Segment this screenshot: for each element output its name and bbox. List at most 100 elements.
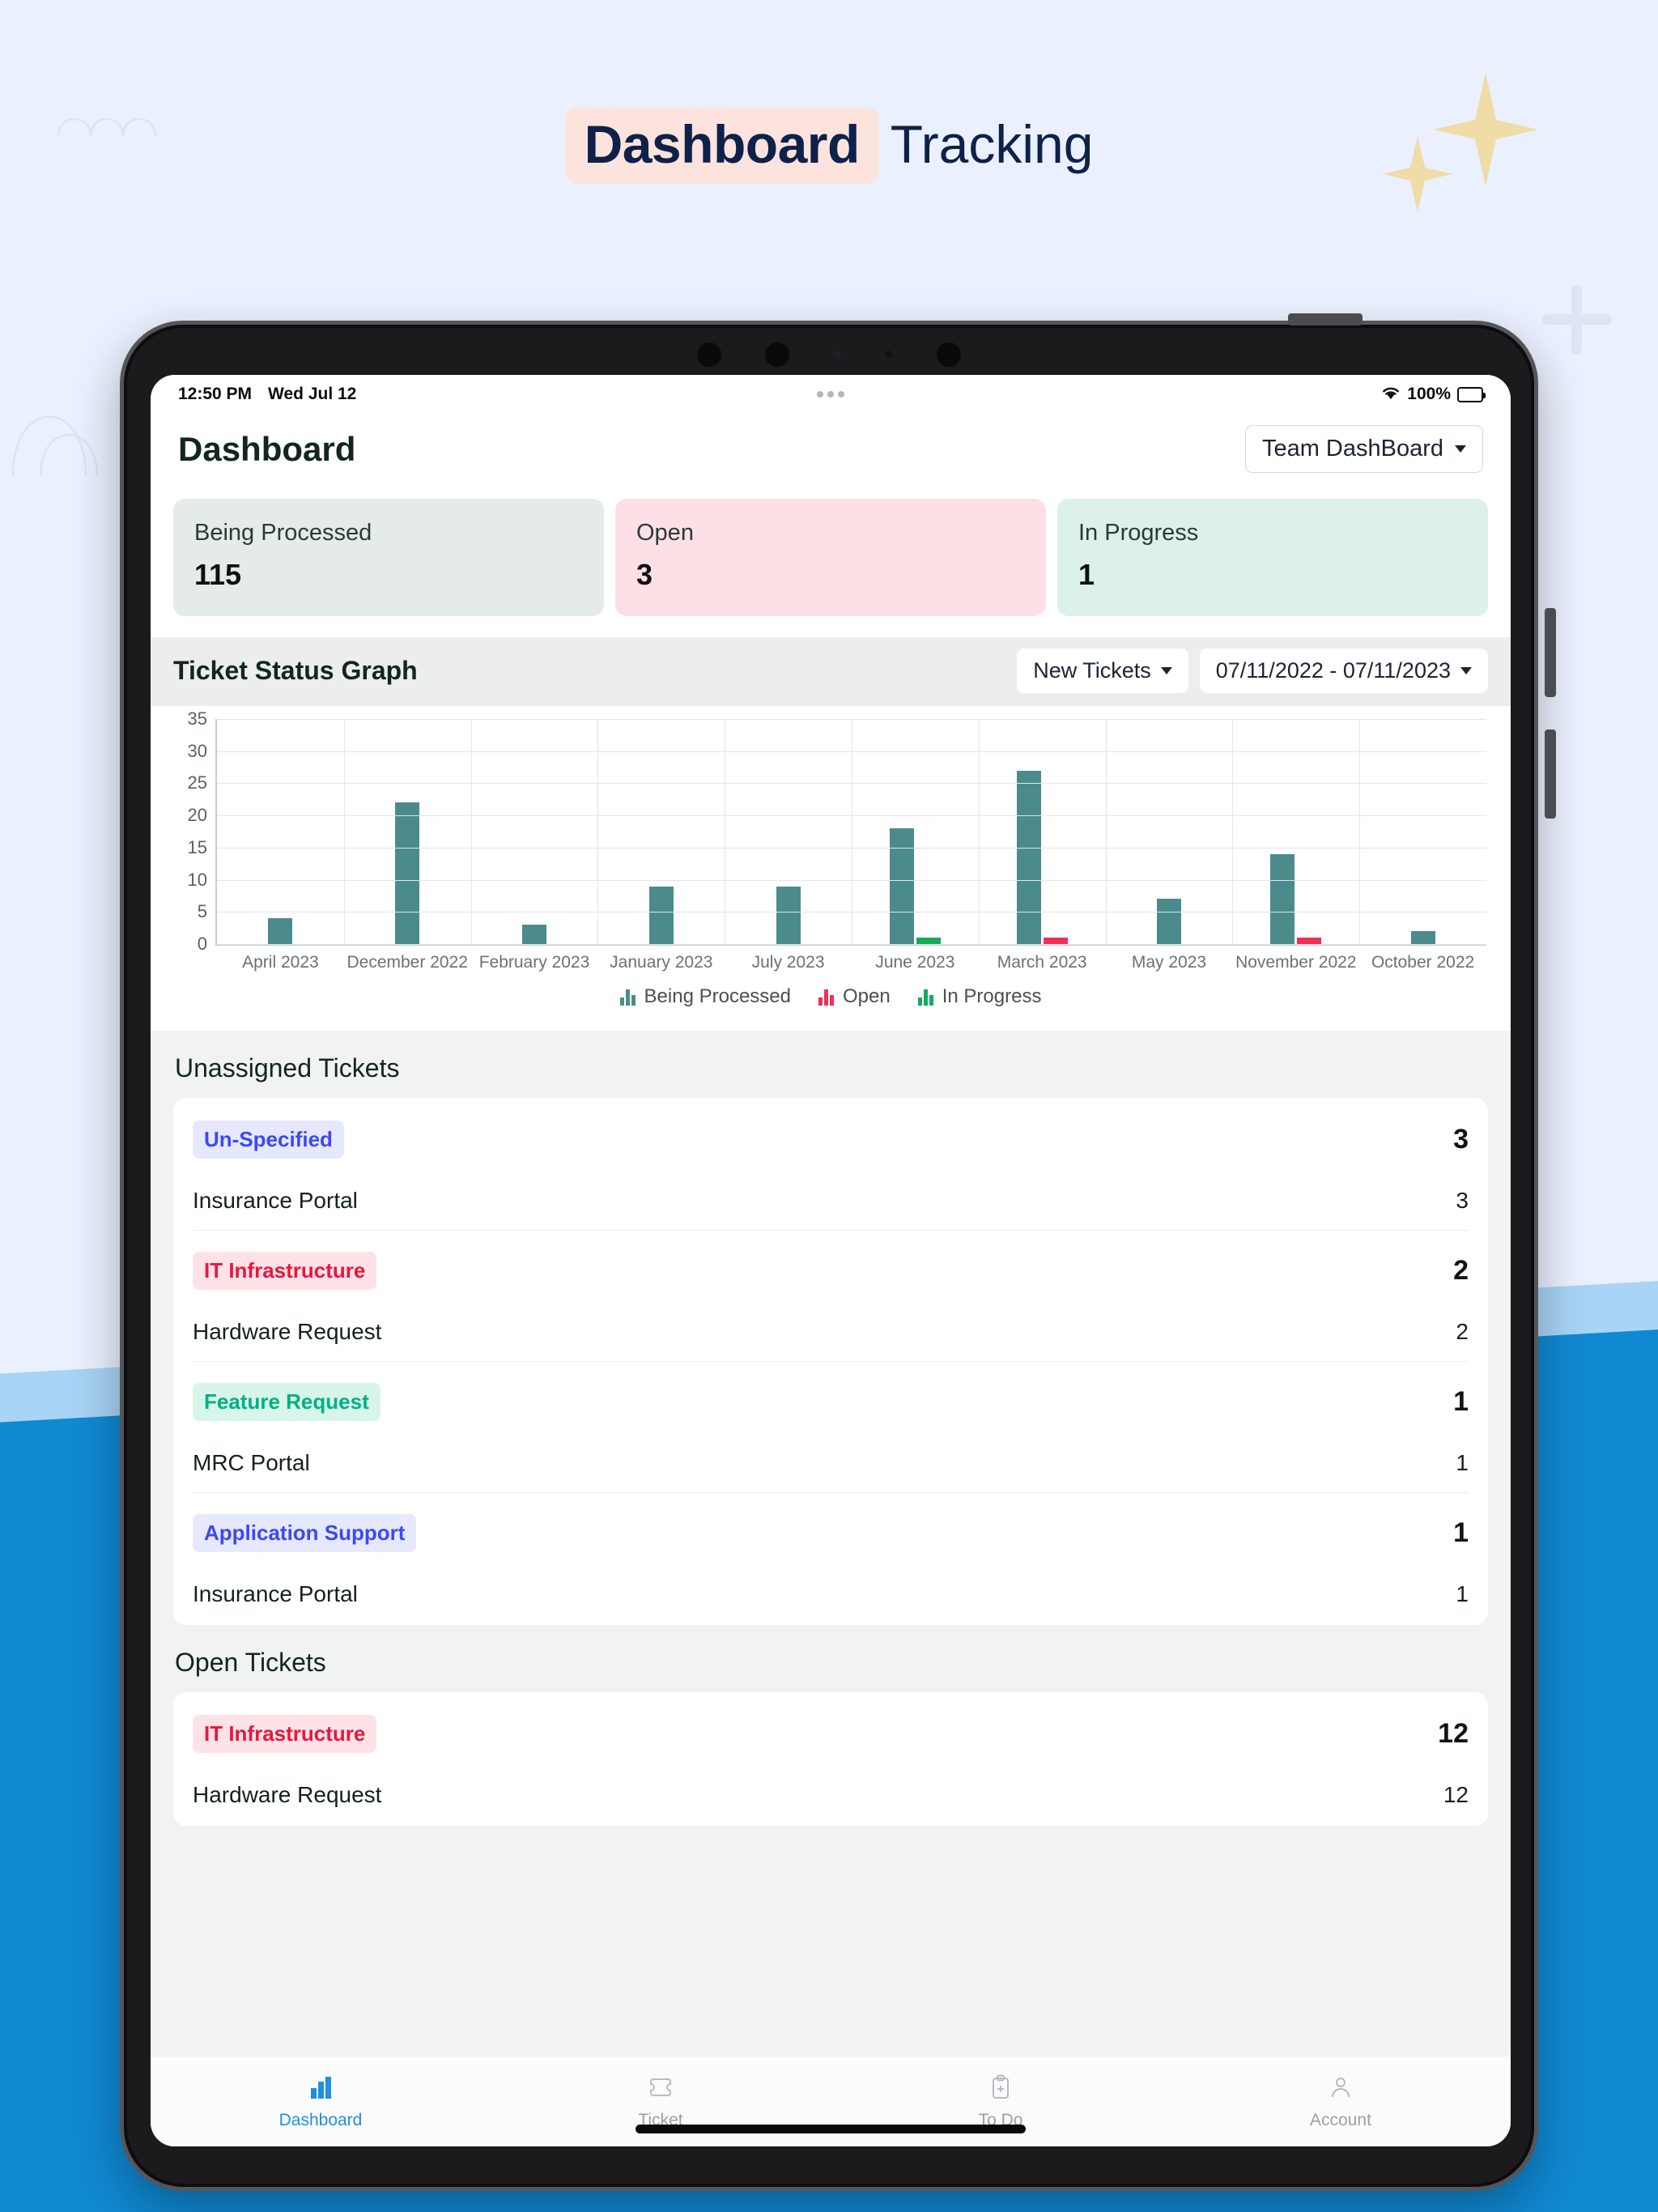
- chart-bar-processed[interactable]: [1270, 853, 1295, 944]
- volume-down-button[interactable]: [1545, 730, 1556, 819]
- page-title-highlight: Dashboard: [564, 108, 879, 184]
- stat-card-open[interactable]: Open 3: [615, 499, 1046, 616]
- stat-card-being-processed[interactable]: Being Processed 115: [173, 499, 604, 616]
- chart-legend-item[interactable]: Open: [818, 985, 891, 1008]
- chart-bar-processed[interactable]: [1410, 931, 1435, 944]
- camera-lens-icon: [697, 342, 721, 367]
- nav-item-to-do[interactable]: To Do: [831, 2074, 1171, 2130]
- chart-legend: Being Processed Open In Progress: [170, 972, 1491, 1026]
- status-dot: [838, 391, 844, 398]
- chart-bar-inprogress[interactable]: [916, 938, 941, 944]
- ticket-group[interactable]: Un-Specified 3 Insurance Portal 3: [193, 1100, 1469, 1231]
- bar-chart-icon: [917, 988, 933, 1006]
- proximity-sensor-icon: [885, 351, 893, 359]
- graph-title: Ticket Status Graph: [173, 656, 418, 685]
- ticket-filter-select[interactable]: New Tickets: [1017, 649, 1188, 693]
- chart-bar-processed[interactable]: [521, 925, 546, 944]
- chart-bar-processed[interactable]: [268, 918, 293, 944]
- ticket-sub-count: 2: [1456, 1319, 1469, 1344]
- ticket-sub-row[interactable]: Insurance Portal 3: [193, 1188, 1469, 1214]
- chart-bar-processed[interactable]: [1156, 899, 1181, 944]
- chart-bar-group[interactable]: [1106, 719, 1233, 944]
- stat-card-label: In Progress: [1078, 520, 1199, 546]
- chart-bar-open[interactable]: [1297, 938, 1322, 944]
- nav-item-ticket[interactable]: Ticket: [491, 2074, 831, 2130]
- open-tickets-section: Open Tickets IT Infrastructure 12 Hardware…: [151, 1625, 1511, 1826]
- category-badge[interactable]: Un-Specified: [193, 1121, 344, 1159]
- app-header: Dashboard Team DashBoard: [151, 414, 1511, 494]
- chart-bar-processed[interactable]: [889, 828, 914, 944]
- status-time: 12:50 PM: [178, 385, 253, 403]
- ticket-sub-row[interactable]: MRC Portal 1: [193, 1450, 1469, 1476]
- dashboard-content[interactable]: Being Processed 115 Open 3 In Progress 1 Tick…: [151, 494, 1511, 2146]
- chart-bar-processed[interactable]: [776, 886, 801, 944]
- category-badge[interactable]: Feature Request: [193, 1383, 380, 1421]
- nav-item-dashboard[interactable]: Dashboard: [151, 2074, 491, 2130]
- chart-bar-group[interactable]: [597, 719, 725, 944]
- graph-header: Ticket Status Graph New Tickets 07/11/20…: [151, 637, 1511, 706]
- status-dot: [817, 391, 823, 398]
- chart-x-label: June 2023: [875, 953, 955, 972]
- chart-bar-group[interactable]: [852, 719, 979, 944]
- chart-bar-group[interactable]: [979, 719, 1106, 944]
- stat-card-label: Open: [636, 520, 694, 546]
- wave-right-block: [1522, 1522, 1658, 2212]
- ticket-sub-name: Hardware Request: [193, 1782, 382, 1807]
- camera-sensor-icon: [765, 342, 789, 367]
- ticket-sub-row[interactable]: Hardware Request 12: [193, 1782, 1469, 1808]
- app-page-title: Dashboard: [178, 429, 356, 468]
- chart-y-tick: 15: [187, 836, 207, 857]
- status-bar: 12:50 PM Wed Jul 12 100%: [151, 375, 1511, 414]
- ticket-sub-row[interactable]: Hardware Request 2: [193, 1319, 1469, 1345]
- chart-bar-processed[interactable]: [1016, 770, 1041, 944]
- ticket-sub-count: 12: [1443, 1782, 1469, 1807]
- status-dot: [827, 391, 834, 398]
- category-badge[interactable]: IT Infrastructure: [193, 1715, 377, 1753]
- team-dashboard-select[interactable]: Team DashBoard: [1244, 425, 1483, 473]
- chart-vertical-separator: [1105, 719, 1107, 944]
- chart-bar-group[interactable]: [471, 719, 598, 944]
- category-badge[interactable]: IT Infrastructure: [193, 1252, 377, 1290]
- unassigned-tickets-section: Unassigned Tickets Un-Specified 3 Insuranc…: [151, 1031, 1511, 1625]
- ticket-group-count: 1: [1453, 1517, 1469, 1548]
- chart-legend-label: Being Processed: [644, 985, 791, 1007]
- chart-bar-group[interactable]: [1232, 719, 1359, 944]
- ticket-group[interactable]: IT Infrastructure 12 Hardware Request 12: [193, 1694, 1469, 1824]
- category-badge[interactable]: Application Support: [193, 1514, 417, 1552]
- chevron-down-icon: [1455, 445, 1466, 453]
- stat-card-value: 115: [194, 558, 242, 591]
- chart-bar-group[interactable]: [217, 719, 344, 944]
- ticket-sub-count: 1: [1456, 1581, 1469, 1606]
- ticket-group[interactable]: Feature Request 1 MRC Portal 1: [193, 1362, 1469, 1493]
- chart-bar-group[interactable]: [344, 719, 471, 944]
- ticket-group[interactable]: IT Infrastructure 2 Hardware Request 2: [193, 1231, 1469, 1362]
- status-date: Wed Jul 12: [268, 385, 357, 403]
- chart-bar-open[interactable]: [1043, 938, 1068, 944]
- date-range-select[interactable]: 07/11/2022 - 07/11/2023: [1199, 649, 1488, 693]
- chart-legend-item[interactable]: Being Processed: [619, 985, 791, 1008]
- chart-vertical-separator: [1359, 719, 1361, 944]
- status-bar-left: 12:50 PM Wed Jul 12: [178, 385, 356, 404]
- stat-card-in-progress[interactable]: In Progress 1: [1057, 499, 1488, 616]
- page-title-plain: Tracking: [890, 114, 1094, 174]
- chart-bar-processed[interactable]: [648, 886, 674, 944]
- ticket-group-count: 12: [1438, 1718, 1469, 1749]
- chart-bar-processed[interactable]: [395, 802, 420, 944]
- chart-bar-group[interactable]: [725, 719, 852, 944]
- chart-x-label: April 2023: [242, 953, 319, 972]
- volume-up-button[interactable]: [1545, 608, 1556, 697]
- home-indicator[interactable]: [636, 2125, 1026, 2133]
- team-dashboard-select-label: Team DashBoard: [1261, 436, 1443, 462]
- power-button[interactable]: [1288, 313, 1363, 325]
- ticket-sub-row[interactable]: Insurance Portal 1: [193, 1581, 1469, 1607]
- chart-bar-group[interactable]: [1359, 719, 1486, 944]
- chevron-down-icon: [1460, 667, 1472, 674]
- ticket-status-graph-panel: Ticket Status Graph New Tickets 07/11/20…: [151, 637, 1511, 1031]
- ticket-group[interactable]: Application Support 1 Insurance Portal 1: [193, 1493, 1469, 1623]
- ticket-group-count: 2: [1453, 1255, 1469, 1286]
- chart-legend-item[interactable]: In Progress: [917, 985, 1041, 1008]
- chart-vertical-separator: [470, 719, 472, 944]
- ticket-group-count: 3: [1453, 1124, 1469, 1155]
- nav-item-label: Account: [1310, 2110, 1371, 2129]
- nav-item-account[interactable]: Account: [1171, 2074, 1511, 2130]
